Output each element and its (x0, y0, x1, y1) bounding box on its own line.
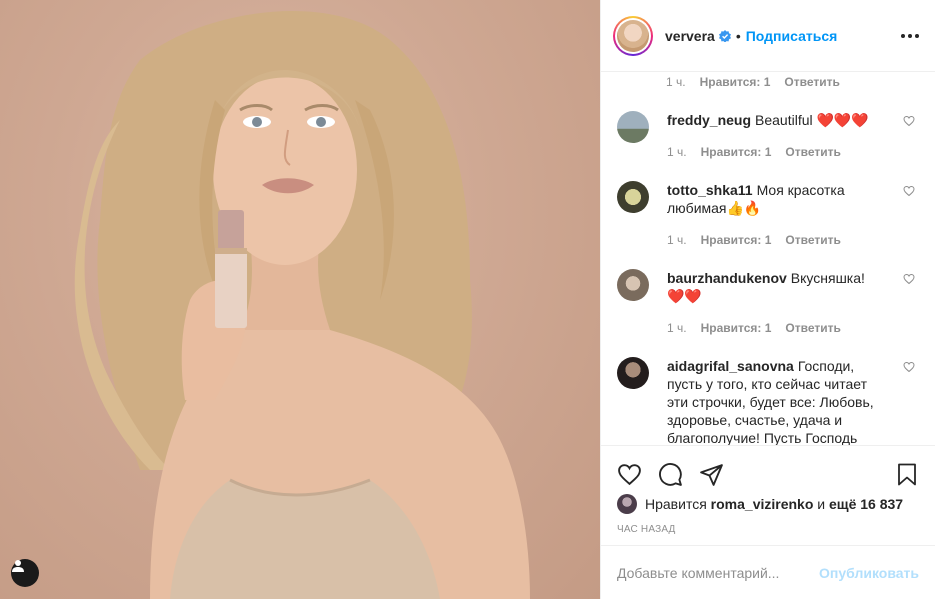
likes-prefix: Нравится (645, 496, 707, 512)
heart-icon[interactable] (617, 462, 642, 487)
post-comment-button[interactable]: Опубликовать (819, 565, 919, 581)
tag-user-button[interactable] (11, 559, 39, 587)
comment-text: Beautilful (755, 112, 813, 128)
like-comment-heart-icon[interactable] (903, 115, 915, 127)
comment-likes[interactable]: Нравится: 1 (701, 143, 772, 161)
comment-time: 1 ч. (666, 75, 686, 89)
follow-button[interactable]: Подписаться (746, 28, 838, 44)
comment-item: totto_shka11 Моя красотка любимая👍🔥 1 ч. … (617, 181, 919, 249)
comments-list[interactable]: 1 ч. Нравится: 1 Ответить freddy_neug Bea… (601, 73, 935, 445)
comment-time: 1 ч. (667, 145, 687, 159)
author-username[interactable]: ververa (665, 28, 715, 44)
comment-item: aidagrifal_sanovna Господи, пусть у того,… (617, 357, 919, 445)
bookmark-icon[interactable] (895, 462, 919, 487)
comment-meta: 1 ч. Нравится: 1 Ответить (667, 231, 877, 249)
liker-avatar[interactable] (617, 494, 637, 514)
liker-username[interactable]: roma_vizirenko (711, 496, 814, 512)
share-icon[interactable] (699, 462, 724, 487)
comment-username[interactable]: totto_shka11 (667, 182, 753, 198)
comment-item: baurzhandukenov Вкусняшка! ❤️❤️ 1 ч. Нрав… (617, 269, 919, 337)
post-header: ververa • Подписаться (601, 0, 935, 72)
comment-item: freddy_neug Beautilful ❤️❤️❤️ 1 ч. Нравит… (617, 111, 919, 161)
tag-user-icon (12, 560, 24, 572)
comment-meta: 1 ч. Нравится: 1 Ответить (667, 319, 877, 337)
comment-emoji: 👍🔥 (726, 200, 762, 216)
author-avatar[interactable] (613, 15, 653, 56)
post-timestamp[interactable]: ЧАС НАЗАД (601, 524, 935, 535)
likes-summary[interactable]: Нравится roma_vizirenko и ещё 16 837 (601, 494, 935, 514)
comment-likes[interactable]: Нравится: 1 (701, 319, 772, 337)
comment-input[interactable]: Добавьте комментарий... (617, 565, 819, 581)
comment-reply-button[interactable]: Ответить (784, 75, 839, 89)
comment-reply-button[interactable]: Ответить (785, 143, 840, 161)
comment-likes[interactable]: Нравится: 1 (701, 231, 772, 249)
comment-time: 1 ч. (667, 233, 687, 247)
more-icon[interactable] (901, 33, 919, 38)
comment-time: 1 ч. (667, 321, 687, 335)
comment-emoji: ❤️❤️ (667, 288, 702, 304)
comment-meta: 1 ч. Нравится: 1 Ответить (666, 75, 840, 89)
likes-conjunction: и (817, 496, 826, 512)
comment-icon[interactable] (658, 462, 683, 487)
add-comment-bar: Добавьте комментарий... Опубликовать (601, 545, 935, 599)
post-actions: Нравится roma_vizirenko и ещё 16 837 ЧАС… (601, 445, 935, 545)
verified-icon (718, 29, 731, 42)
comment-reply-button[interactable]: Ответить (785, 319, 840, 337)
comment-avatar[interactable] (617, 181, 649, 213)
likes-count[interactable]: ещё 16 837 (829, 496, 903, 512)
post-photo-illustration (74, 11, 530, 599)
comment-likes[interactable]: Нравится: 1 (700, 75, 771, 89)
comment-username[interactable]: baurzhandukenov (667, 270, 787, 286)
separator-dot: • (735, 27, 741, 44)
comment-avatar[interactable] (617, 269, 649, 301)
like-comment-heart-icon[interactable] (903, 185, 915, 197)
like-comment-heart-icon[interactable] (903, 273, 915, 285)
like-comment-heart-icon[interactable] (903, 361, 915, 373)
post-side-panel: ververa • Подписаться 1 ч. Нравится: 1 О… (600, 0, 935, 599)
comment-avatar[interactable] (617, 111, 649, 143)
post-photo[interactable] (0, 0, 600, 599)
comment-meta: 1 ч. Нравится: 1 Ответить (667, 143, 877, 161)
comment-emoji: ❤️❤️❤️ (816, 112, 869, 128)
comment-username[interactable]: freddy_neug (667, 112, 751, 128)
comment-username[interactable]: aidagrifal_sanovna (667, 358, 794, 374)
comment-avatar[interactable] (617, 357, 649, 389)
comment-text: Вкусняшка! (790, 270, 865, 286)
comment-reply-button[interactable]: Ответить (785, 231, 840, 249)
